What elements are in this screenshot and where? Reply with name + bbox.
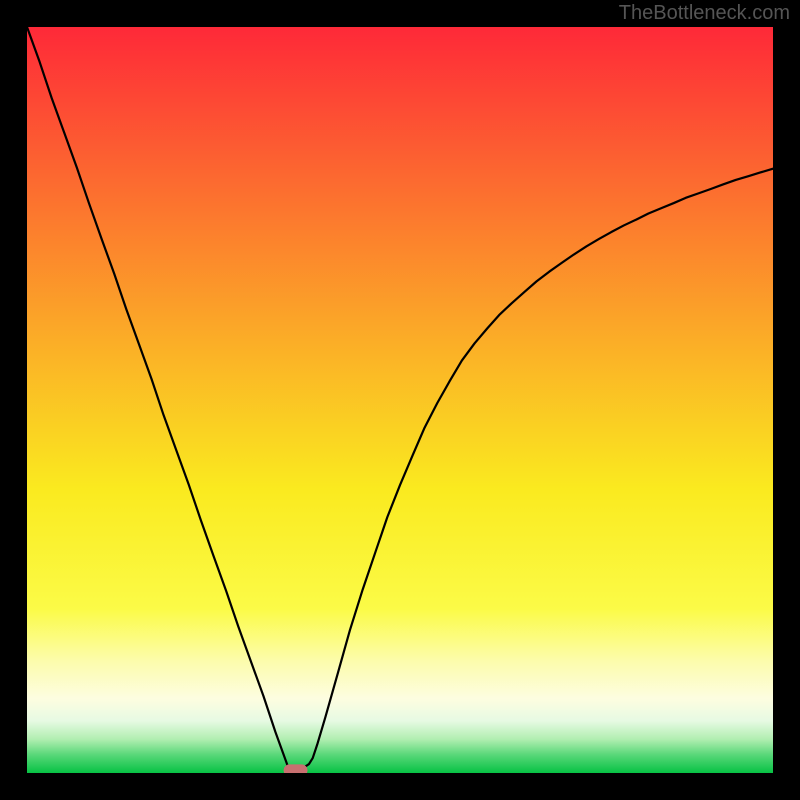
- chart-container: TheBottleneck.com: [0, 0, 800, 800]
- plot-background: [27, 27, 773, 773]
- watermark-text: TheBottleneck.com: [619, 2, 790, 25]
- bottleneck-chart: [0, 0, 800, 800]
